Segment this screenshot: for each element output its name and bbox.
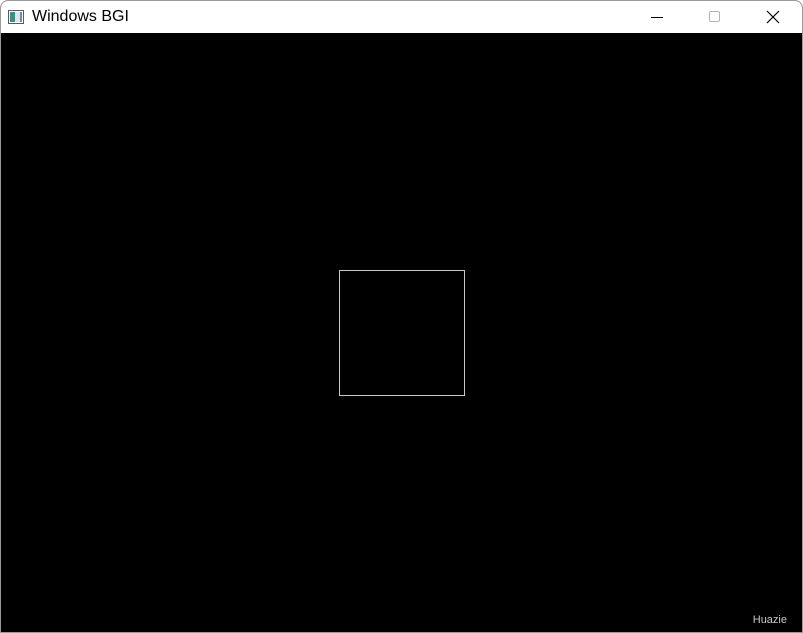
bgi-window: Windows BGI Huazie	[0, 0, 803, 633]
close-icon	[766, 10, 780, 24]
graphics-canvas[interactable]: Huazie	[1, 33, 802, 632]
minimize-button[interactable]	[628, 1, 686, 33]
watermark-text: Huazie	[752, 614, 787, 626]
app-window-icon[interactable]	[8, 10, 24, 24]
window-title: Windows BGI	[32, 8, 129, 25]
maximize-button[interactable]	[686, 1, 744, 33]
title-bar[interactable]: Windows BGI	[1, 1, 802, 33]
maximize-icon	[709, 11, 720, 22]
outlined-square	[339, 270, 465, 396]
close-button[interactable]	[744, 1, 802, 33]
minimize-icon	[651, 17, 663, 18]
